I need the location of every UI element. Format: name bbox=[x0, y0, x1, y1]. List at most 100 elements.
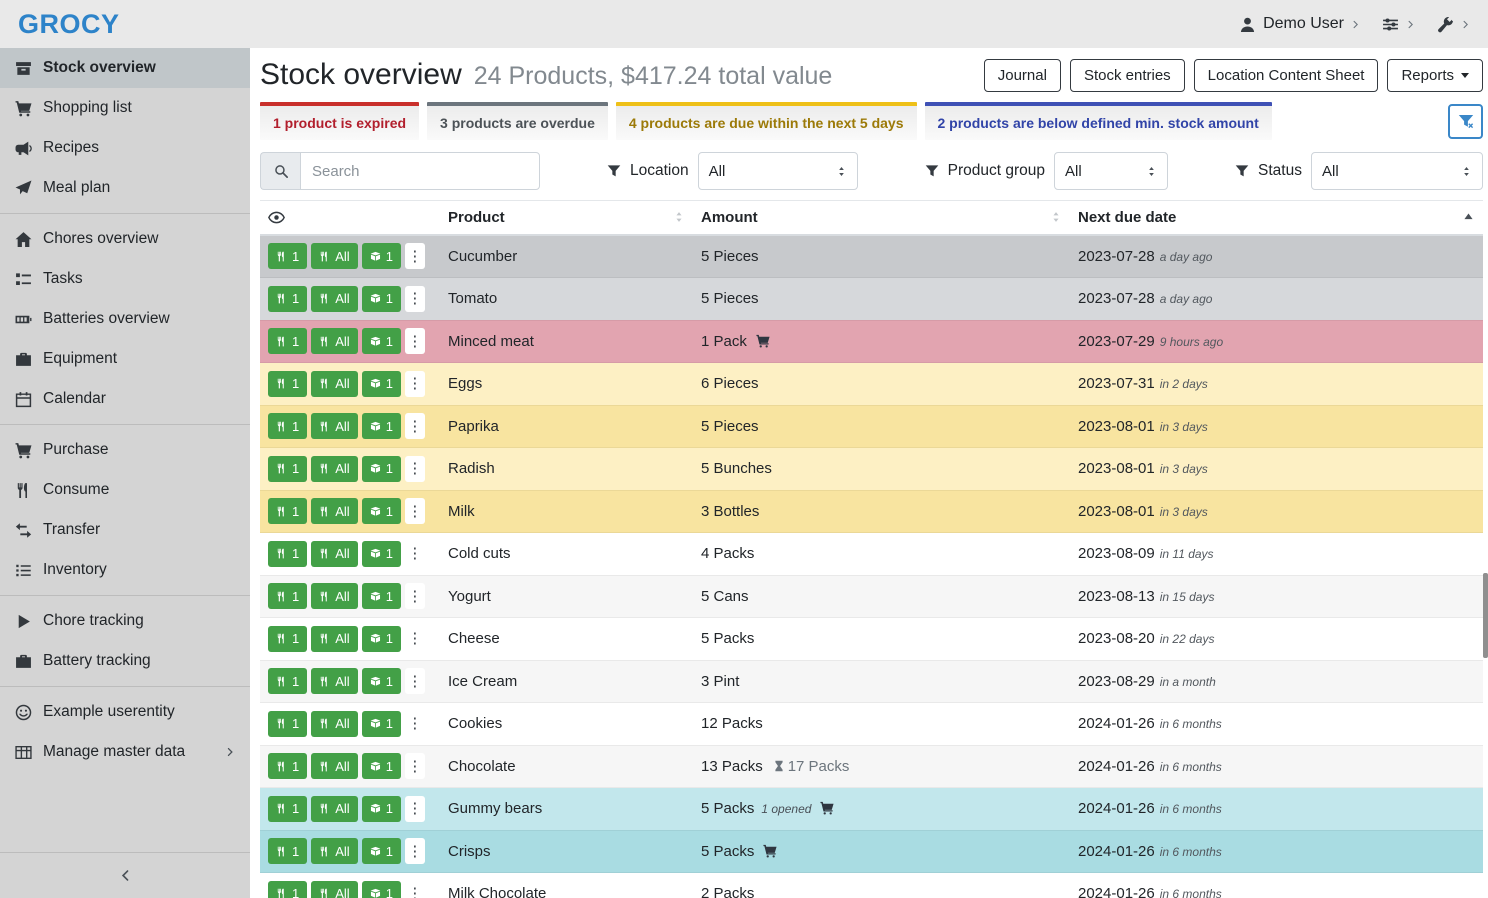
consume-all-button[interactable]: All bbox=[311, 456, 357, 482]
sidebar-item-recipes[interactable]: Recipes bbox=[0, 128, 250, 168]
consume-one-button[interactable]: 1 bbox=[268, 583, 307, 609]
row-menu-button[interactable]: ⋮ bbox=[405, 541, 425, 567]
eye-icon[interactable] bbox=[268, 209, 285, 226]
product-name[interactable]: Ice Cream bbox=[440, 660, 693, 703]
consume-all-button[interactable]: All bbox=[311, 583, 357, 609]
sidebar-item-equipment[interactable]: Equipment bbox=[0, 339, 250, 379]
open-one-button[interactable]: 1 bbox=[362, 243, 401, 269]
row-menu-button[interactable]: ⋮ bbox=[405, 583, 425, 609]
sidebar-item-purchase[interactable]: Purchase bbox=[0, 430, 250, 470]
open-one-button[interactable]: 1 bbox=[362, 668, 401, 694]
product-name[interactable]: Cheese bbox=[440, 618, 693, 661]
admin-menu[interactable] bbox=[1437, 16, 1470, 33]
sidebar-item-stock-overview[interactable]: Stock overview bbox=[0, 48, 250, 88]
open-one-button[interactable]: 1 bbox=[362, 626, 401, 652]
user-menu[interactable]: Demo User bbox=[1239, 15, 1360, 33]
banner-due-soon[interactable]: 4 products are due within the next 5 day… bbox=[616, 102, 917, 140]
product-name[interactable]: Tomato bbox=[440, 278, 693, 321]
open-one-button[interactable]: 1 bbox=[362, 286, 401, 312]
row-menu-button[interactable]: ⋮ bbox=[405, 796, 425, 822]
consume-all-button[interactable]: All bbox=[311, 668, 357, 694]
product-name[interactable]: Gummy bears bbox=[440, 788, 693, 831]
product-name[interactable]: Yogurt bbox=[440, 575, 693, 618]
settings-menu[interactable] bbox=[1382, 16, 1415, 33]
column-header-product[interactable]: Product bbox=[440, 201, 693, 235]
scrollbar-thumb[interactable] bbox=[1483, 573, 1488, 658]
consume-one-button[interactable]: 1 bbox=[268, 753, 307, 779]
banner-below-min-stock[interactable]: 2 products are below defined min. stock … bbox=[925, 102, 1272, 140]
column-header-amount[interactable]: Amount bbox=[693, 201, 1070, 235]
consume-one-button[interactable]: 1 bbox=[268, 626, 307, 652]
consume-one-button[interactable]: 1 bbox=[268, 498, 307, 524]
product-name[interactable]: Crisps bbox=[440, 830, 693, 873]
row-menu-button[interactable]: ⋮ bbox=[405, 413, 425, 439]
consume-one-button[interactable]: 1 bbox=[268, 243, 307, 269]
row-menu-button[interactable]: ⋮ bbox=[405, 881, 425, 898]
sidebar-item-chore-tracking[interactable]: Chore tracking bbox=[0, 601, 250, 641]
consume-all-button[interactable]: All bbox=[311, 413, 357, 439]
open-one-button[interactable]: 1 bbox=[362, 583, 401, 609]
sidebar-collapse-button[interactable] bbox=[0, 852, 250, 898]
row-menu-button[interactable]: ⋮ bbox=[405, 371, 425, 397]
clear-filter-button[interactable] bbox=[1448, 104, 1483, 139]
product-name[interactable]: Minced meat bbox=[440, 320, 693, 363]
banner-expired[interactable]: 1 product is expired bbox=[260, 102, 419, 140]
consume-all-button[interactable]: All bbox=[311, 371, 357, 397]
search-input[interactable] bbox=[300, 152, 540, 190]
product-name[interactable]: Paprika bbox=[440, 405, 693, 448]
consume-one-button[interactable]: 1 bbox=[268, 371, 307, 397]
consume-one-button[interactable]: 1 bbox=[268, 286, 307, 312]
stock-entries-button[interactable]: Stock entries bbox=[1070, 59, 1185, 92]
row-menu-button[interactable]: ⋮ bbox=[405, 753, 425, 779]
journal-button[interactable]: Journal bbox=[984, 59, 1061, 92]
open-one-button[interactable]: 1 bbox=[362, 881, 401, 898]
consume-all-button[interactable]: All bbox=[311, 243, 357, 269]
scrollbar[interactable] bbox=[1483, 48, 1488, 898]
row-menu-button[interactable]: ⋮ bbox=[405, 711, 425, 737]
row-menu-button[interactable]: ⋮ bbox=[405, 286, 425, 312]
consume-all-button[interactable]: All bbox=[311, 286, 357, 312]
open-one-button[interactable]: 1 bbox=[362, 796, 401, 822]
open-one-button[interactable]: 1 bbox=[362, 753, 401, 779]
open-one-button[interactable]: 1 bbox=[362, 541, 401, 567]
consume-all-button[interactable]: All bbox=[311, 328, 357, 354]
consume-one-button[interactable]: 1 bbox=[268, 668, 307, 694]
row-menu-button[interactable]: ⋮ bbox=[405, 328, 425, 354]
reports-dropdown-button[interactable]: Reports bbox=[1387, 59, 1483, 92]
product-name[interactable]: Cold cuts bbox=[440, 533, 693, 576]
row-menu-button[interactable]: ⋮ bbox=[405, 668, 425, 694]
consume-one-button[interactable]: 1 bbox=[268, 328, 307, 354]
sidebar-item-battery-tracking[interactable]: Battery tracking bbox=[0, 641, 250, 681]
sidebar-item-meal-plan[interactable]: Meal plan bbox=[0, 168, 250, 208]
consume-all-button[interactable]: All bbox=[311, 881, 357, 898]
consume-all-button[interactable]: All bbox=[311, 541, 357, 567]
row-menu-button[interactable]: ⋮ bbox=[405, 456, 425, 482]
location-select[interactable]: All bbox=[698, 152, 858, 190]
consume-one-button[interactable]: 1 bbox=[268, 796, 307, 822]
consume-one-button[interactable]: 1 bbox=[268, 413, 307, 439]
product-name[interactable]: Cucumber bbox=[440, 235, 693, 278]
open-one-button[interactable]: 1 bbox=[362, 328, 401, 354]
sidebar-item-batteries-overview[interactable]: Batteries overview bbox=[0, 299, 250, 339]
consume-one-button[interactable]: 1 bbox=[268, 456, 307, 482]
consume-one-button[interactable]: 1 bbox=[268, 838, 307, 864]
product-group-select[interactable]: All bbox=[1054, 152, 1168, 190]
sidebar-item-example-userentity[interactable]: Example userentity bbox=[0, 692, 250, 732]
sidebar-item-consume[interactable]: Consume bbox=[0, 470, 250, 510]
open-one-button[interactable]: 1 bbox=[362, 456, 401, 482]
open-one-button[interactable]: 1 bbox=[362, 498, 401, 524]
open-one-button[interactable]: 1 bbox=[362, 711, 401, 737]
sidebar-item-transfer[interactable]: Transfer bbox=[0, 510, 250, 550]
consume-all-button[interactable]: All bbox=[311, 838, 357, 864]
sidebar-item-manage-master-data[interactable]: Manage master data bbox=[0, 732, 250, 772]
open-one-button[interactable]: 1 bbox=[362, 413, 401, 439]
sidebar-item-inventory[interactable]: Inventory bbox=[0, 550, 250, 590]
row-menu-button[interactable]: ⋮ bbox=[405, 243, 425, 269]
sidebar-item-shopping-list[interactable]: Shopping list bbox=[0, 88, 250, 128]
row-menu-button[interactable]: ⋮ bbox=[405, 838, 425, 864]
product-name[interactable]: Eggs bbox=[440, 363, 693, 406]
consume-one-button[interactable]: 1 bbox=[268, 541, 307, 567]
open-one-button[interactable]: 1 bbox=[362, 838, 401, 864]
sidebar-item-chores-overview[interactable]: Chores overview bbox=[0, 219, 250, 259]
consume-all-button[interactable]: All bbox=[311, 711, 357, 737]
